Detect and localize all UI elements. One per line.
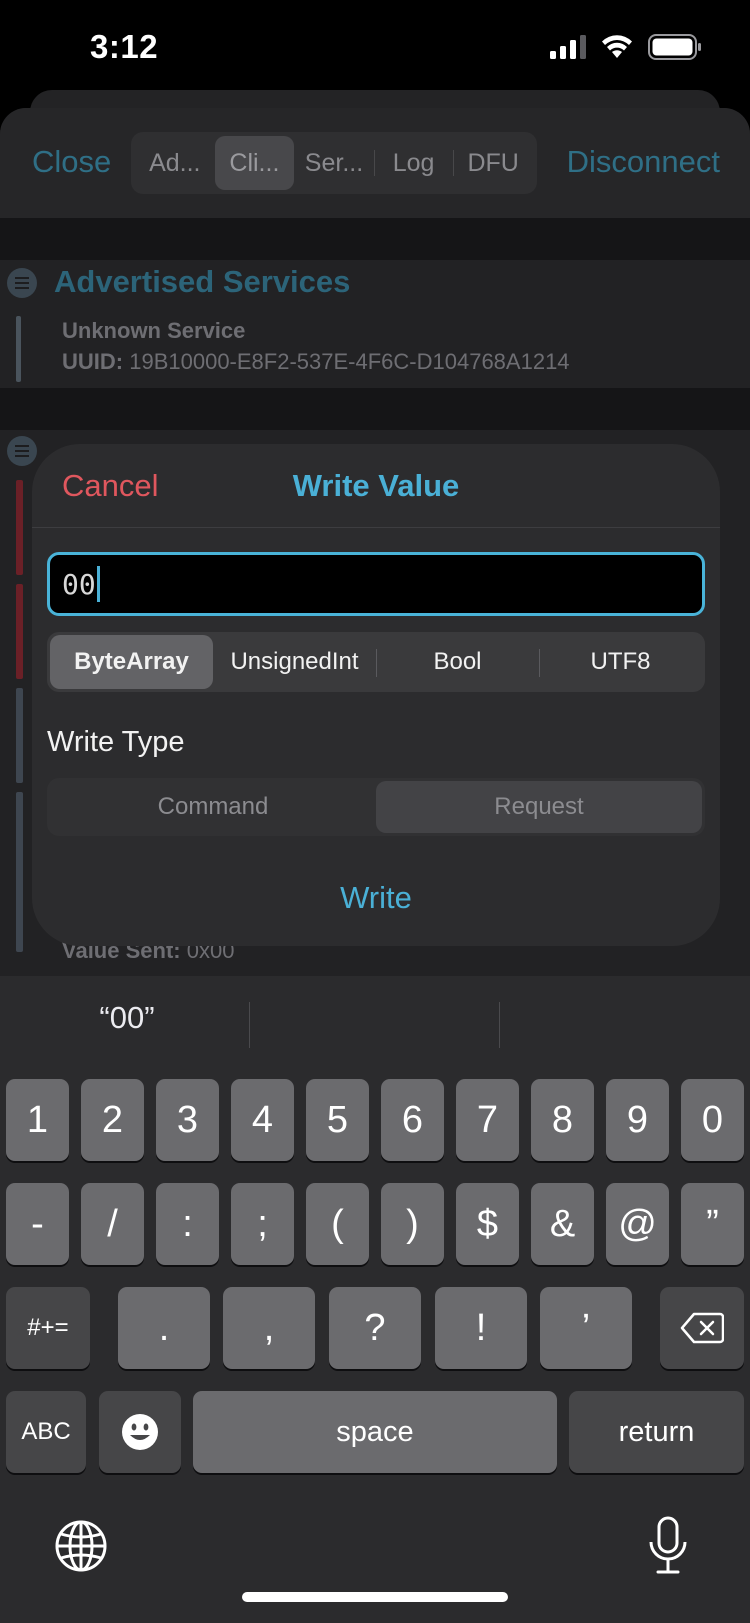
write-type-label: Write Type (47, 726, 185, 758)
write-type-request[interactable]: Request (376, 781, 702, 833)
key-slash[interactable]: / (81, 1183, 144, 1265)
cellular-signal-icon (550, 35, 586, 59)
tab-advertisement[interactable]: Ad... (135, 136, 215, 190)
type-bool[interactable]: Bool (376, 635, 539, 689)
type-unsignedint[interactable]: UnsignedInt (213, 635, 376, 689)
key-0[interactable]: 0 (681, 1079, 744, 1161)
key-comma[interactable]: , (223, 1287, 315, 1369)
key-9[interactable]: 9 (606, 1079, 669, 1161)
suggestion-1[interactable]: “00” (2, 1000, 252, 1036)
key-6[interactable]: 6 (381, 1079, 444, 1161)
disconnect-button[interactable]: Disconnect (567, 144, 720, 180)
key-5[interactable]: 5 (306, 1079, 369, 1161)
key-more-symbols[interactable]: #+= (6, 1287, 90, 1369)
key-abc[interactable]: ABC (6, 1391, 86, 1473)
emoji-key[interactable] (99, 1391, 181, 1473)
characteristic-indicator (16, 584, 23, 679)
uuid-label: UUID: (62, 349, 124, 374)
key-open-paren[interactable]: ( (306, 1183, 369, 1265)
key-dollar[interactable]: $ (456, 1183, 519, 1265)
write-value-dialog: Write Value Cancel 00 ByteArray Unsigned… (32, 444, 720, 946)
advertised-services-section: Advertised Services Unknown Service UUID… (0, 260, 750, 388)
tab-dfu[interactable]: DFU (453, 136, 533, 190)
nav-bar: Close Ad... Cli... Ser... Log DFU Discon… (0, 108, 750, 218)
value-type-segmented-control: ByteArray UnsignedInt Bool UTF8 (47, 632, 705, 692)
key-2[interactable]: 2 (81, 1079, 144, 1161)
wifi-icon (602, 35, 632, 58)
status-bar: 3:12 (0, 0, 750, 100)
delete-key[interactable] (660, 1287, 744, 1369)
tab-server[interactable]: Ser... (294, 136, 374, 190)
value-input[interactable]: 00 (47, 552, 705, 616)
close-button[interactable]: Close (32, 144, 111, 180)
microphone-icon[interactable] (646, 1516, 690, 1576)
dialog-header: Write Value Cancel (32, 444, 720, 528)
return-key[interactable]: return (569, 1391, 744, 1473)
suggestion-bar: “00” (0, 976, 750, 1076)
service-uuid: UUID: 19B10000-E8F2-537E-4F6C-D104768A12… (62, 349, 570, 375)
write-button[interactable]: Write (32, 880, 720, 916)
list-icon (7, 268, 37, 298)
value-input-text: 00 (62, 567, 96, 601)
service-name: Unknown Service (62, 318, 246, 343)
key-apostrophe[interactable]: ’ (540, 1287, 632, 1369)
tab-client[interactable]: Cli... (214, 136, 295, 190)
key-at[interactable]: @ (606, 1183, 669, 1265)
status-icons (550, 34, 702, 60)
key-quote[interactable]: ” (681, 1183, 744, 1265)
cancel-button[interactable]: Cancel (62, 468, 159, 504)
write-type-segmented-control: Command Request (47, 778, 705, 836)
key-question[interactable]: ? (329, 1287, 421, 1369)
emoji-icon (122, 1414, 158, 1450)
key-3[interactable]: 3 (156, 1079, 219, 1161)
backspace-icon (680, 1312, 724, 1344)
home-indicator[interactable] (242, 1592, 508, 1602)
characteristic-indicator (16, 480, 23, 575)
advertised-services-title: Advertised Services (54, 264, 351, 299)
text-caret (96, 566, 100, 602)
tab-log[interactable]: Log (373, 136, 454, 190)
suggestion-divider (499, 1002, 500, 1048)
globe-icon[interactable] (54, 1519, 108, 1573)
section-gap (0, 218, 750, 260)
key-8[interactable]: 8 (531, 1079, 594, 1161)
write-type-command[interactable]: Command (50, 781, 376, 833)
space-key[interactable]: space (193, 1391, 557, 1473)
keyboard: “00” 1 2 3 4 5 6 7 8 9 0 - / : ; ( ) $ &… (0, 976, 750, 1623)
key-exclamation[interactable]: ! (435, 1287, 527, 1369)
device-tabs: Ad... Cli... Ser... Log DFU (131, 132, 537, 194)
key-4[interactable]: 4 (231, 1079, 294, 1161)
key-semicolon[interactable]: ; (231, 1183, 294, 1265)
characteristic-indicator (16, 688, 23, 783)
key-ampersand[interactable]: & (531, 1183, 594, 1265)
type-bytearray[interactable]: ByteArray (50, 635, 213, 689)
uuid-value: 19B10000-E8F2-537E-4F6C-D104768A1214 (129, 349, 570, 374)
section-gap (0, 388, 750, 430)
key-7[interactable]: 7 (456, 1079, 519, 1161)
key-1[interactable]: 1 (6, 1079, 69, 1161)
key-close-paren[interactable]: ) (381, 1183, 444, 1265)
status-time: 3:12 (90, 28, 159, 65)
key-hyphen[interactable]: - (6, 1183, 69, 1265)
battery-icon (648, 34, 701, 60)
service-indicator (16, 316, 21, 382)
characteristic-indicator (16, 792, 23, 952)
suggestion-divider (249, 1002, 250, 1048)
key-colon[interactable]: : (156, 1183, 219, 1265)
key-period[interactable]: . (118, 1287, 210, 1369)
type-utf8[interactable]: UTF8 (539, 635, 702, 689)
